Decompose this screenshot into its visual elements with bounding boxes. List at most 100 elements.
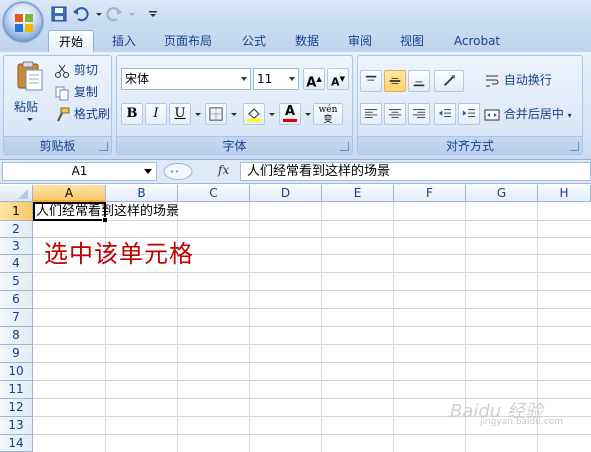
font-color-swatch [283, 119, 297, 122]
undo-icon[interactable] [72, 5, 90, 23]
fill-color-button[interactable] [243, 103, 265, 125]
row-header-6[interactable]: 6 [0, 291, 33, 309]
name-box[interactable]: A1 [2, 162, 157, 181]
row-header-12[interactable]: 12 [0, 399, 33, 417]
paint-bucket-icon [247, 108, 261, 122]
grid-line [33, 362, 591, 363]
column-header-e[interactable]: E [322, 185, 394, 202]
tab-insert[interactable]: 插入 [102, 30, 146, 52]
align-right-button[interactable] [408, 103, 430, 125]
row-header-14[interactable]: 14 [0, 435, 33, 452]
row-header-5[interactable]: 5 [0, 273, 33, 291]
grow-font-button[interactable]: A▲ [303, 68, 325, 90]
tab-data[interactable]: 数据 [284, 30, 330, 52]
font-launcher-icon[interactable] [340, 142, 349, 151]
orientation-button[interactable] [434, 70, 464, 92]
alignment-group-label: 对齐方式 [358, 136, 582, 154]
row-header-13[interactable]: 13 [0, 417, 33, 435]
font-name-dropdown-icon[interactable] [241, 77, 247, 81]
column-header-g[interactable]: G [466, 185, 538, 202]
tab-acrobat[interactable]: Acrobat [444, 30, 510, 52]
tab-formulas[interactable]: 公式 [232, 30, 276, 52]
grid-line [33, 220, 591, 221]
column-header-c[interactable]: C [178, 185, 250, 202]
shrink-font-button[interactable]: A▼ [327, 68, 349, 90]
merge-center-dropdown-icon[interactable]: ▾ [568, 111, 572, 120]
paste-dropdown-icon[interactable] [27, 118, 33, 121]
row-header-8[interactable]: 8 [0, 327, 33, 345]
office-button[interactable] [3, 2, 43, 42]
align-middle-button[interactable] [384, 70, 406, 92]
align-left-button[interactable] [360, 103, 382, 125]
save-icon[interactable] [50, 5, 68, 23]
align-top-icon [365, 75, 377, 81]
row-header-2[interactable]: 2 [0, 221, 33, 238]
grid-line [33, 272, 591, 273]
column-header-h[interactable]: H [538, 185, 591, 202]
copy-button[interactable]: 复制 [54, 82, 98, 102]
underline-button[interactable]: U [169, 103, 191, 125]
redo-icon[interactable] [105, 5, 123, 23]
select-all-corner[interactable] [0, 185, 33, 202]
decrease-indent-button[interactable] [434, 103, 456, 125]
cut-button[interactable]: 剪切 [54, 60, 98, 80]
office-logo-icon [15, 14, 33, 32]
underline-dropdown-icon[interactable] [195, 113, 201, 116]
row-header-9[interactable]: 9 [0, 345, 33, 363]
orientation-icon [444, 75, 455, 86]
grid-line [33, 290, 591, 291]
align-center-icon [388, 109, 402, 118]
align-center-button[interactable] [384, 103, 406, 125]
row-header-3[interactable]: 3 [0, 238, 33, 255]
font-color-dropdown-icon[interactable] [305, 113, 311, 116]
phonetic-button[interactable]: wén 变 [313, 103, 343, 125]
customize-icon[interactable] [144, 5, 162, 23]
grid-line [33, 308, 591, 309]
font-size-dropdown-icon[interactable] [289, 77, 295, 81]
column-header-f[interactable]: F [394, 185, 466, 202]
row-header-1[interactable]: 1 [0, 202, 33, 221]
paste-button[interactable]: 粘贴 [10, 60, 50, 134]
wrap-text-button[interactable]: 自动换行 [484, 70, 552, 90]
clipboard-launcher-icon[interactable] [99, 142, 108, 151]
align-top-button[interactable] [360, 70, 382, 92]
font-size-value: 11 [257, 72, 273, 86]
tab-view[interactable]: 视图 [390, 30, 434, 52]
row-header-4[interactable]: 4 [0, 255, 33, 273]
fill-handle[interactable] [102, 217, 108, 223]
row-header-10[interactable]: 10 [0, 363, 33, 381]
alignment-launcher-icon[interactable] [570, 142, 579, 151]
tab-home[interactable]: 开始 [48, 30, 94, 52]
grid-line [33, 434, 591, 435]
italic-button[interactable]: I [145, 103, 167, 125]
row-header-11[interactable]: 11 [0, 381, 33, 399]
column-header-b[interactable]: B [106, 185, 178, 202]
font-size-combo[interactable]: 11 [253, 68, 299, 90]
fill-color-dropdown-icon[interactable] [269, 113, 275, 116]
redo-dropdown-icon[interactable] [123, 5, 141, 23]
align-bottom-button[interactable] [408, 70, 430, 92]
column-header-a[interactable]: A [33, 185, 106, 202]
bold-button[interactable]: B [121, 103, 143, 125]
active-cell-border[interactable] [33, 202, 106, 221]
increase-indent-button[interactable] [458, 103, 480, 125]
tab-review[interactable]: 审阅 [338, 30, 382, 52]
insert-function-button[interactable]: fx [218, 163, 229, 177]
watermark-sub: jingyan.baidu.com [480, 417, 564, 427]
name-box-dropdown-icon[interactable] [144, 169, 152, 174]
borders-button[interactable] [205, 103, 227, 125]
format-painter-button[interactable]: 格式刷 [54, 104, 110, 124]
font-color-button[interactable]: A [279, 103, 301, 125]
column-header-d[interactable]: D [250, 185, 322, 202]
wrap-text-label: 自动换行 [503, 73, 552, 87]
grid-line [33, 344, 591, 345]
font-name-combo[interactable]: 宋体 [121, 68, 251, 90]
merge-center-button[interactable]: 合并后居中 ▾ [484, 104, 572, 124]
worksheet-grid[interactable]: A B C D E F G H 1 2 3 4 5 6 7 8 9 10 11 … [0, 185, 591, 452]
grid-line [33, 237, 591, 238]
grow-font-letter: A [306, 75, 317, 91]
tab-page-layout[interactable]: 页面布局 [154, 30, 222, 52]
formula-input[interactable]: 人们经常看到这样的场景 [240, 162, 591, 181]
borders-dropdown-icon[interactable] [231, 113, 237, 116]
row-header-7[interactable]: 7 [0, 309, 33, 327]
